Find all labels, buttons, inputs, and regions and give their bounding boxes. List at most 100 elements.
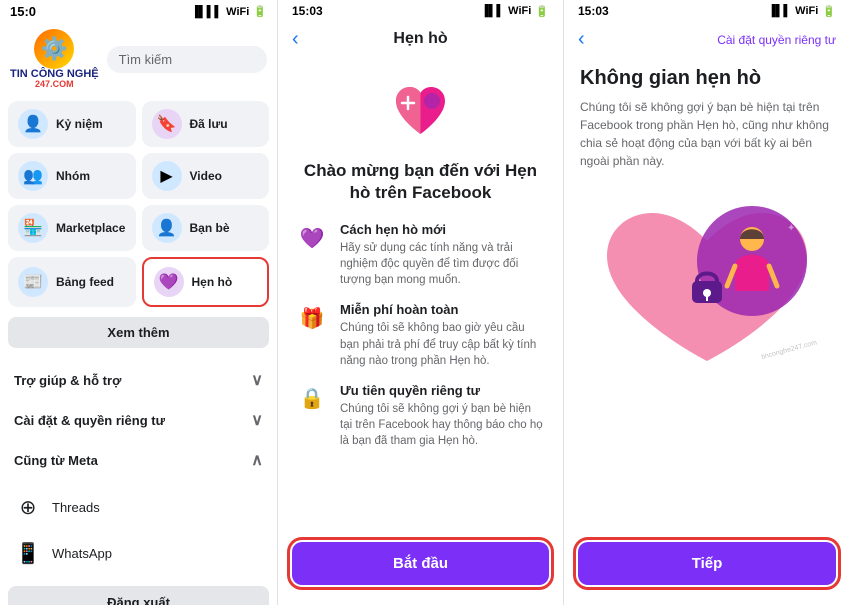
meta-apps-list: ⊕ Threads 📱 WhatsApp (0, 480, 277, 580)
feature-icon-0: 💜 (296, 222, 328, 254)
logo-text2: 247.COM (35, 80, 74, 89)
feature-title-0: Cách hẹn hò mới (340, 222, 545, 237)
status-bar-p3: 15:03 ▐▌▌ WiFi 🔋 (564, 0, 850, 22)
ban-be-icon: 👤 (152, 213, 182, 243)
hen-ho-label: Hẹn hò (192, 275, 233, 289)
video-icon: ▶ (152, 161, 182, 191)
signal-icon-p3: ▐▌▌ (768, 5, 791, 18)
signal-icon: ▐▌▌▌ (191, 6, 222, 18)
ky-niem-label: Kỷ niệm (56, 117, 103, 131)
menu-item-bang-feed[interactable]: 📰 Bảng feed (8, 257, 136, 307)
battery-icon-p2: 🔋 (535, 5, 549, 18)
bang-feed-icon: 📰 (18, 267, 48, 297)
time-p3: 15:03 (578, 4, 609, 18)
hen-ho-icon: 💜 (154, 267, 184, 297)
panel-hen-ho-intro: 15:03 ▐▌▌ WiFi 🔋 ‹ Hẹn hò Chào mừng bạn … (278, 0, 564, 605)
p2-footer: Bắt đầu (278, 532, 563, 605)
da-luu-label: Đã lưu (190, 117, 228, 131)
video-label: Video (190, 169, 222, 183)
time-p2: 15:03 (292, 4, 323, 18)
feature-icon-1: 🎁 (296, 302, 328, 334)
status-bar-p1: 15:0 ▐▌▌▌ WiFi 🔋 (0, 0, 277, 23)
feature-item-1: 🎁 Miễn phí hoàn toàn Chúng tôi sẽ không … (296, 302, 545, 368)
menu-item-ky-niem[interactable]: 👤 Kỷ niệm (8, 101, 136, 147)
p3-main-title: Không gian hẹn hò (580, 67, 834, 90)
feature-title-2: Ưu tiên quyền riêng tư (340, 383, 545, 398)
search-bar[interactable]: Tìm kiếm (107, 46, 267, 73)
p3-description: Chúng tôi sẽ không gợi ý bạn bè hiện tại… (580, 98, 834, 170)
svg-text:✦: ✦ (787, 223, 795, 234)
whatsapp-item[interactable]: 📱 WhatsApp (0, 530, 277, 576)
threads-icon: ⊕ (14, 493, 42, 521)
p2-topbar: ‹ Hẹn hò (278, 22, 563, 56)
da-luu-icon: 🔖 (152, 109, 182, 139)
whatsapp-icon: 📱 (14, 539, 42, 567)
wifi-icon: WiFi (226, 6, 249, 18)
gear-logo-icon: ⚙️ (34, 29, 74, 69)
signal-icon-p2: ▐▌▌ (481, 5, 504, 18)
threads-label: Threads (52, 500, 100, 515)
menu-item-da-luu[interactable]: 🔖 Đã lưu (142, 101, 270, 147)
feature-desc-2: Chúng tôi sẽ không gợi ý bạn bè hiện tại… (340, 401, 545, 449)
status-bar-p2: 15:03 ▐▌▌ WiFi 🔋 (278, 0, 563, 22)
dating-heart-icon (386, 76, 456, 146)
menu-item-video[interactable]: ▶ Video (142, 153, 270, 199)
dating-illustration: ★ ✦ ✦ tinconghe247.com (580, 186, 834, 386)
feature-desc-0: Hãy sử dụng các tính năng và trải nghiệm… (340, 240, 545, 288)
xem-them-button[interactable]: Xem thêm (8, 317, 269, 348)
menu-item-hen-ho[interactable]: 💜 Hẹn hò (142, 257, 270, 307)
tiep-button[interactable]: Tiếp (578, 542, 836, 585)
whatsapp-label: WhatsApp (52, 546, 112, 561)
meta-label: Cũng từ Meta (14, 453, 98, 468)
svg-text:✦: ✦ (642, 284, 649, 293)
feature-title-1: Miễn phí hoàn toàn (340, 302, 545, 317)
feature-desc-1: Chúng tôi sẽ không bao giờ yêu cầu bạn p… (340, 320, 545, 368)
p3-footer: Tiếp (564, 532, 850, 605)
meta-section-toggle[interactable]: Cũng từ Meta ∧ (0, 440, 277, 480)
battery-icon: 🔋 (253, 5, 267, 18)
nhom-label: Nhóm (56, 169, 90, 183)
threads-item[interactable]: ⊕ Threads (0, 484, 277, 530)
marketplace-icon: 🏪 (18, 213, 48, 243)
panel-facebook-menu: 15:0 ▐▌▌▌ WiFi 🔋 ⚙️ TIN CÔNG NGHỆ 247.CO… (0, 0, 278, 605)
back-button-p2[interactable]: ‹ (292, 28, 299, 51)
feature-text-1: Miễn phí hoàn toàn Chúng tôi sẽ không ba… (340, 302, 545, 368)
tro-giup-section[interactable]: Trợ giúp & hỗ trợ ∨ (0, 360, 277, 400)
feature-item-0: 💜 Cách hẹn hò mới Hãy sử dụng các tính n… (296, 222, 545, 288)
panel-khong-gian-hen-ho: 15:03 ▐▌▌ WiFi 🔋 ‹ Cài đặt quyền riêng t… (564, 0, 850, 605)
cai-dat-section[interactable]: Cài đặt & quyền riêng tư ∨ (0, 400, 277, 440)
nhom-icon: 👥 (18, 161, 48, 191)
svg-text:★: ★ (617, 228, 630, 244)
menu-item-ban-be[interactable]: 👤 Bạn bè (142, 205, 270, 251)
dang-xuat-button[interactable]: Đăng xuất (8, 586, 269, 605)
svg-text:tinconghe247.com: tinconghe247.com (761, 339, 818, 361)
p2-content: Chào mừng bạn đến với Hẹn hò trên Facebo… (278, 56, 563, 532)
status-icons-p3: ▐▌▌ WiFi 🔋 (768, 5, 836, 18)
feature-item-2: 🔒 Ưu tiên quyền riêng tư Chúng tôi sẽ kh… (296, 383, 545, 449)
ban-be-label: Bạn bè (190, 221, 230, 235)
fb-header: ⚙️ TIN CÔNG NGHỆ 247.COM Tìm kiếm (0, 23, 277, 95)
feature-list: 💜 Cách hẹn hò mới Hãy sử dụng các tính n… (296, 222, 545, 449)
status-icons-p2: ▐▌▌ WiFi 🔋 (481, 5, 549, 18)
bang-feed-label: Bảng feed (56, 275, 114, 289)
p2-title: Hẹn hò (393, 30, 447, 48)
back-button-p3[interactable]: ‹ (578, 28, 585, 51)
time-p1: 15:0 (10, 4, 36, 19)
bat-dau-button[interactable]: Bắt đầu (292, 542, 549, 585)
battery-icon-p3: 🔋 (822, 5, 836, 18)
cai-dat-label: Cài đặt & quyền riêng tư (14, 413, 165, 428)
ky-niem-icon: 👤 (18, 109, 48, 139)
chevron-down-icon: ∨ (251, 370, 263, 390)
menu-item-nhom[interactable]: 👥 Nhóm (8, 153, 136, 199)
p2-heading: Chào mừng bạn đến với Hẹn hò trên Facebo… (296, 160, 545, 204)
p3-content: Không gian hẹn hò Chúng tôi sẽ không gợi… (564, 57, 850, 532)
wifi-icon-p2: WiFi (508, 5, 531, 18)
settings-link[interactable]: Cài đặt quyền riêng tư (717, 33, 836, 47)
menu-item-marketplace[interactable]: 🏪 Marketplace (8, 205, 136, 251)
menu-grid: 👤 Kỷ niệm 🔖 Đã lưu 👥 Nhóm ▶ Video 🏪 Mark… (0, 95, 277, 313)
marketplace-label: Marketplace (56, 221, 125, 235)
chevron-up-icon: ∧ (251, 450, 263, 470)
app-logo: ⚙️ TIN CÔNG NGHỆ 247.COM (10, 29, 99, 89)
p3-topbar: ‹ Cài đặt quyền riêng tư (564, 22, 850, 57)
wifi-icon-p3: WiFi (795, 5, 818, 18)
